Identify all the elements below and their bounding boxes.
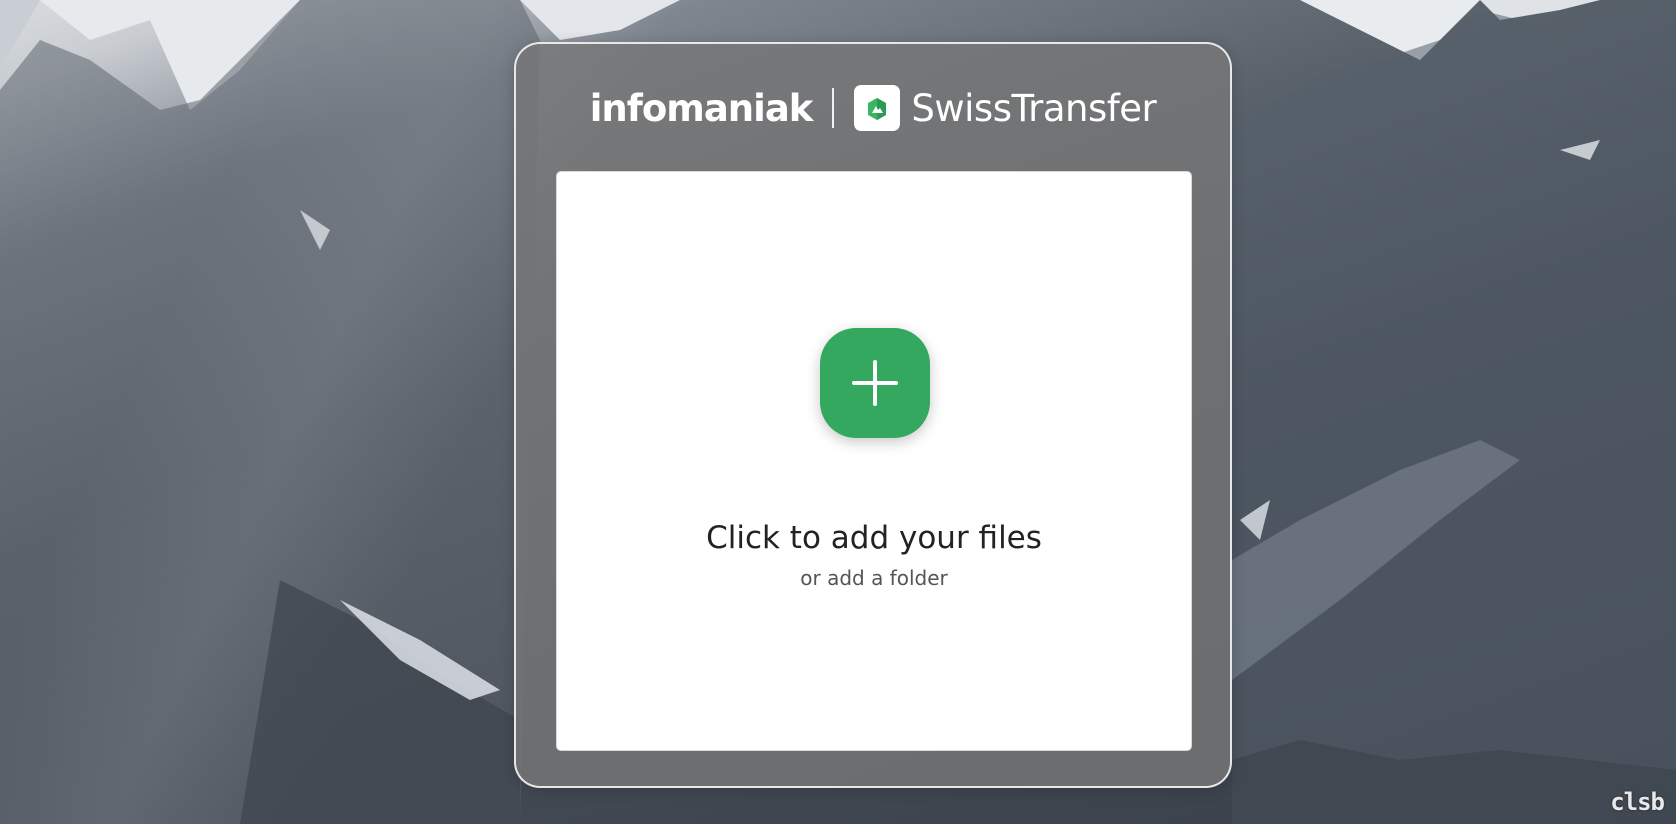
brand-header: infomaniak SwissTransfer: [516, 78, 1230, 138]
add-folder-line: or add a folder: [557, 566, 1191, 590]
add-files-button[interactable]: [820, 328, 930, 438]
add-files-title[interactable]: Click to add your files: [557, 520, 1191, 556]
or-text: or: [800, 566, 821, 590]
file-drop-zone[interactable]: Click to add your files or add a folder: [556, 171, 1192, 751]
swisstransfer-wordmark[interactable]: SwissTransfer: [911, 87, 1156, 130]
infomaniak-logo[interactable]: infomaniak: [590, 87, 814, 130]
upload-card: infomaniak SwissTransfer Click to add yo…: [514, 42, 1232, 788]
add-folder-link[interactable]: add a folder: [827, 566, 948, 590]
brand-divider: [832, 88, 835, 128]
watermark: clsb: [1610, 788, 1665, 816]
swisstransfer-logo-icon: [854, 85, 901, 131]
plus-icon: [852, 360, 898, 406]
